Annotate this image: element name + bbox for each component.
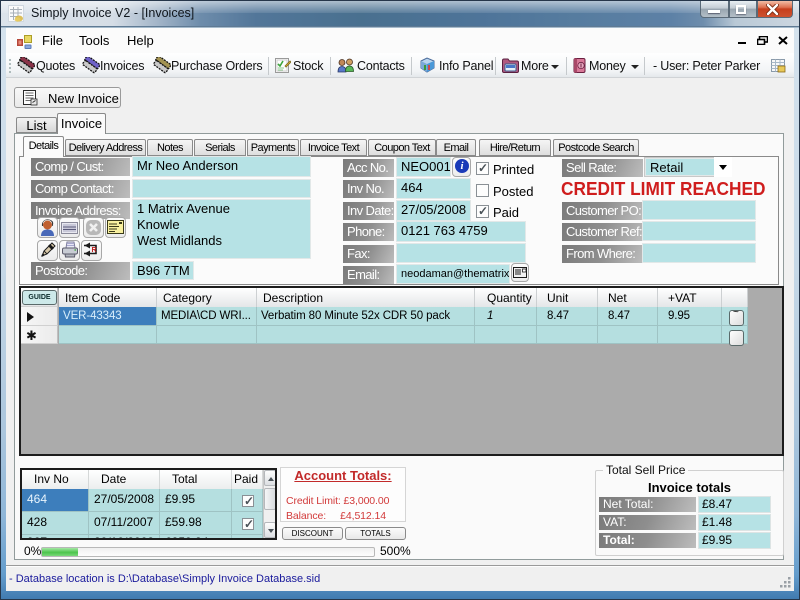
svg-text:R: R <box>92 247 97 254</box>
